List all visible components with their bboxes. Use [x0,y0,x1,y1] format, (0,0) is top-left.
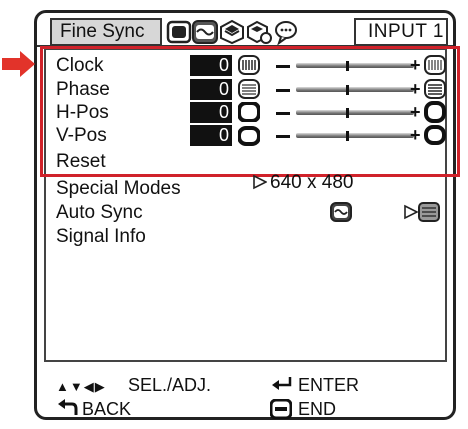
enter-label: ENTER [298,375,360,395]
language-icon[interactable] [273,19,299,46]
special-modes-value: 640 x 480 [270,172,354,193]
special-modes-arrow-icon [253,174,268,196]
setup-icon[interactable] [219,19,245,45]
back-icon [56,398,80,423]
menu-item-signal-info[interactable]: Signal Info [56,226,146,248]
auto-sync-option-icon [418,202,440,228]
pointer-arrow-icon [2,50,36,78]
menu-item-auto-sync[interactable]: Auto Sync [56,202,143,224]
picture-icon[interactable] [166,19,192,45]
end-icon [269,398,293,424]
sync-icon[interactable] [192,19,218,45]
auto-sync-icon [330,202,352,228]
options-icon[interactable] [246,19,272,45]
select-adjust-arrows-icon: ▲▼◀▶ [56,379,106,394]
menu-item-special-modes[interactable]: Special Modes [56,178,181,200]
input-indicator: INPUT 1 [354,18,448,46]
select-adjust-label: SEL./ADJ. [128,375,212,395]
end-label: END [298,399,337,419]
enter-icon [270,374,294,399]
tab-fine-sync[interactable]: Fine Sync [50,18,162,46]
auto-sync-arrow-icon [404,204,419,226]
back-label: BACK [82,399,132,419]
selection-highlight [40,46,460,177]
